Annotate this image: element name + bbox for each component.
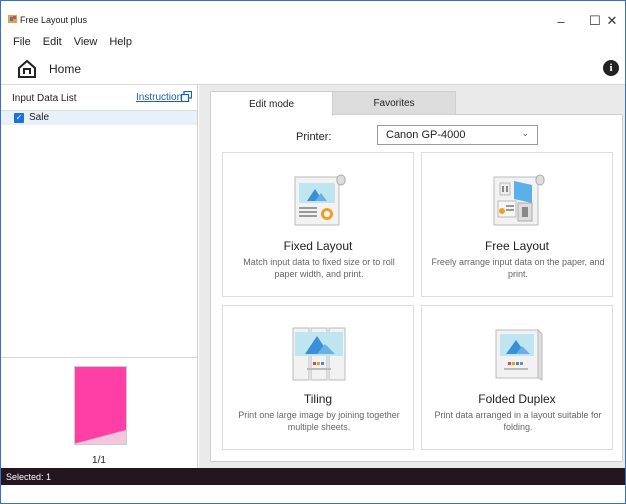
input-data-title: Input Data List	[12, 93, 77, 104]
card-description: Match input data to fixed size or to rol…	[243, 257, 395, 279]
card-description: Print data arranged in a layout suitable…	[434, 410, 602, 432]
card-title: Fixed Layout	[283, 239, 353, 253]
app-window: Free Layout plus – ☐ ✕ File Edit View He…	[0, 0, 626, 504]
menu-help[interactable]: Help	[103, 36, 138, 48]
card-description: Freely arrange input data on the paper, …	[431, 257, 605, 279]
menu-edit[interactable]: Edit	[37, 36, 68, 48]
input-data-header: Input Data List Instructions	[1, 85, 197, 111]
home-icon[interactable]	[17, 59, 37, 79]
edit-mode-panel: Printer: Canon GP-4000 ⌄ Fixed Layout Ma…	[210, 114, 623, 462]
bottom-strip	[1, 485, 625, 503]
card-title: Tiling	[303, 392, 333, 406]
input-data-panel: Input Data List Instructions ✓ Sale 1/1	[1, 85, 198, 468]
folded-duplex-icon	[495, 328, 543, 381]
tab-edit-mode[interactable]: Edit mode	[210, 91, 333, 116]
tiling-card[interactable]: Tiling Print one large image by joining …	[222, 305, 414, 450]
page-thumbnail[interactable]	[74, 366, 127, 445]
window-title: Free Layout plus	[20, 15, 88, 25]
tab-favorites[interactable]: Favorites	[333, 91, 456, 115]
menu-view[interactable]: View	[68, 36, 104, 48]
info-icon[interactable]: i	[603, 60, 619, 76]
close-icon[interactable]: ✕	[598, 9, 626, 33]
main-area: Edit mode Favorites Printer: Canon GP-40…	[199, 85, 625, 468]
title-bar: Free Layout plus – ☐ ✕	[1, 1, 625, 33]
external-window-icon[interactable]	[181, 91, 192, 102]
home-label[interactable]: Home	[49, 62, 81, 76]
chevron-down-icon: ⌄	[521, 128, 529, 138]
fixed-layout-card[interactable]: Fixed Layout Match input data to fixed s…	[222, 152, 414, 297]
tab-bar: Edit mode Favorites	[210, 91, 456, 116]
menu-bar: File Edit View Help	[1, 33, 625, 51]
free-layout-card[interactable]: Free Layout Freely arrange input data on…	[421, 152, 613, 297]
card-title: Free Layout	[484, 239, 550, 253]
menu-file[interactable]: File	[1, 36, 37, 48]
fixed-layout-icon	[294, 174, 346, 226]
card-title: Folded Duplex	[478, 392, 556, 406]
home-bar: Home i	[1, 55, 625, 83]
preview-area: 1/1	[1, 358, 197, 468]
tiling-icon	[292, 327, 346, 381]
list-item-label: Sale	[29, 112, 50, 123]
instructions-link[interactable]: Instructions	[136, 92, 187, 103]
page-number: 1/1	[92, 455, 106, 466]
card-description: Print one large image by joining togethe…	[238, 410, 400, 432]
checkbox-checked-icon[interactable]: ✓	[14, 113, 24, 123]
page-curl	[75, 430, 126, 444]
printer-select[interactable]: Canon GP-4000 ⌄	[377, 125, 538, 145]
minimize-icon[interactable]: –	[547, 9, 575, 33]
folded-duplex-card[interactable]: Folded Duplex Print data arranged in a l…	[421, 305, 613, 450]
printer-label: Printer:	[296, 131, 332, 143]
printer-value: Canon GP-4000	[386, 129, 466, 141]
app-logo-icon	[8, 15, 17, 23]
status-bar: Selected: 1	[1, 468, 625, 485]
free-layout-icon	[493, 174, 545, 226]
status-text: Selected: 1	[6, 472, 52, 482]
list-item[interactable]: ✓ Sale	[1, 111, 197, 125]
